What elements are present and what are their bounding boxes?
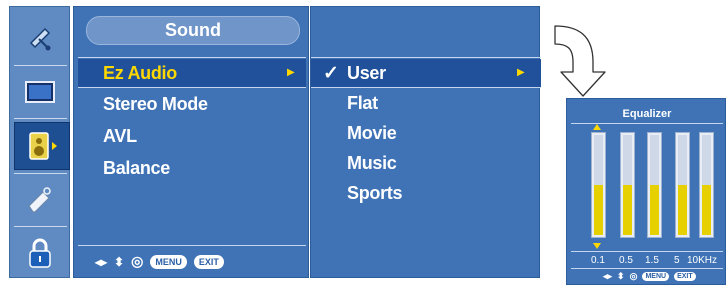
ok-icon: ◎ [629,271,638,281]
freq-label: 0.1 [591,255,605,266]
freq-label: 10KHz [687,255,718,266]
lock-icon [29,238,51,268]
sidebar-item-screen[interactable] [16,69,64,115]
submenu-arrow-icon: ▶ [287,67,295,78]
divider [571,251,723,252]
submenu-item-music[interactable]: Music [347,153,397,174]
eq-band-slider[interactable] [591,132,606,238]
eq-band-slider[interactable] [675,132,690,238]
satellite-icon [29,27,51,51]
submenu-item-flat[interactable]: Flat [347,93,378,114]
up-arrow-icon [593,124,601,130]
sidebar-item-option[interactable] [16,177,64,223]
divider [311,57,541,58]
submenu-arrow-icon: ▶ [517,67,525,78]
freq-label: 1.5 [645,255,659,266]
menu-footer: ◂▸ ⬍ ◎ MENU EXIT [95,253,224,270]
ez-audio-submenu: ✓ User ▶ Flat Movie Music Sports [310,6,541,278]
menu-item-avl[interactable]: AVL [103,126,137,147]
sound-menu: Sound Ez Audio ▶ Stereo Mode AVL Balance… [73,6,309,278]
eq-band-level [594,185,603,235]
ok-icon: ◎ [131,253,144,269]
tag-icon [28,187,51,213]
exit-button[interactable]: EXIT [674,272,696,281]
left-right-icon: ◂▸ [95,254,108,269]
eq-band-slider[interactable] [647,132,662,238]
sidebar-item-picture[interactable] [16,15,64,61]
menu-button[interactable]: MENU [642,272,670,281]
divider [78,87,306,88]
selected-row-highlight [311,59,541,87]
divider [571,268,723,269]
sidebar-item-sound[interactable] [14,122,70,170]
eq-band-level [678,185,687,235]
equalizer-footer: ◂▸ ⬍ ◎ MENU EXIT [603,271,696,282]
divider [78,245,306,246]
equalizer-panel: Equalizer 0.1 0.5 1.5 5 10KHz ◂▸ ⬍ ◎ MEN… [566,98,726,285]
sidebar-item-lock[interactable] [16,230,64,276]
down-arrow-icon [593,243,601,249]
speaker-icon [29,132,57,160]
menu-title: Sound [86,16,300,45]
eq-band-slider[interactable] [620,132,635,238]
curved-arrow-icon [554,25,606,97]
menu-item-ez-audio[interactable]: Ez Audio [103,63,177,84]
divider [311,87,541,88]
divider [78,57,306,58]
exit-button[interactable]: EXIT [193,254,224,269]
submenu-item-sports[interactable]: Sports [347,183,403,204]
eq-band-level [702,185,711,235]
menu-button[interactable]: MENU [150,254,187,269]
menu-item-balance[interactable]: Balance [103,158,170,179]
menu-item-stereo-mode[interactable]: Stereo Mode [103,94,208,115]
freq-label: 5 [674,255,680,266]
up-down-icon: ⬍ [617,271,625,281]
freq-label: 0.5 [619,255,633,266]
left-right-icon: ◂▸ [603,271,613,281]
equalizer-title: Equalizer [622,108,672,120]
sidebar [9,6,70,278]
submenu-item-movie[interactable]: Movie [347,123,397,144]
eq-band-level [623,185,632,235]
eq-band-slider[interactable] [699,132,714,238]
eq-band-level [650,185,659,235]
screen-icon [25,81,55,103]
submenu-item-user[interactable]: User [347,63,386,84]
up-down-icon: ⬍ [114,254,125,269]
checkmark-icon: ✓ [323,63,339,84]
